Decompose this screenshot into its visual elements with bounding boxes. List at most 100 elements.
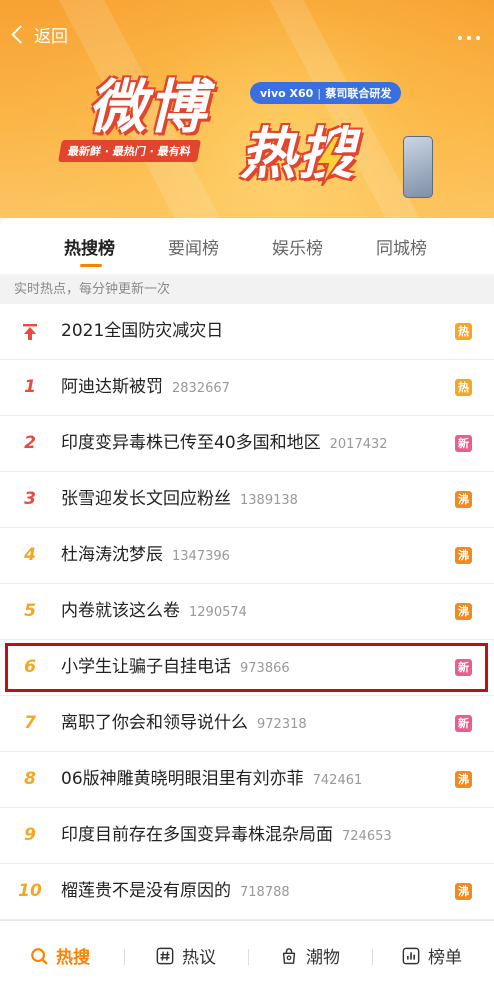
topic-text: 06版神雕黄晓明眼泪里有刘亦菲 [61,769,304,789]
active-tab-indicator [80,264,102,267]
hot-search-title: 2021全国防灾减灾日 [61,304,223,359]
nav-divider [372,949,373,965]
bar-chart-icon [402,947,420,964]
rank-number: 1 [24,377,36,397]
hot-search-title: 内卷就该这么卷 1290574 [61,584,247,639]
heat-count: 2017432 [329,437,388,452]
rank-number: 2 [24,433,36,453]
heat-count: 1389138 [240,493,298,508]
bottom-nav: 热搜 热议 潮物 榜单 [0,920,494,1001]
status-badge: 热 [455,323,472,340]
hot-search-title: 榴莲贵不是没有原因的 718788 [61,864,290,919]
rank-number: 3 [24,489,36,509]
topic-text: 阿迪达斯被罚 [61,377,163,397]
topic-text: 杜海涛沈梦辰 [61,545,163,565]
sponsor-text: 蔡司联合研发 [325,87,392,100]
hot-search-row[interactable]: 2 印度变异毒株已传至40多国和地区 2017432 新 [0,416,494,472]
more-menu-button[interactable] [458,36,480,40]
hot-search-row[interactable]: 8 06版神雕黄晓明眼泪里有刘亦菲 742461 沸 [0,752,494,808]
logo-slogan: 最新鲜 · 最热门 · 最有料 [58,140,201,162]
rank-number: 9 [24,825,36,845]
status-badge: 新 [455,435,472,452]
topic-text: 印度目前存在多国变异毒株混杂局面 [61,825,333,845]
heat-count: 973866 [240,661,290,676]
search-hot-icon [31,947,48,964]
back-button[interactable]: 返回 [10,22,68,47]
hot-search-row[interactable]: 2021全国防灾减灾日 热 [0,304,494,360]
more-dot-icon [476,36,480,40]
sponsor-brand: vivo X60 [260,87,314,100]
heat-count: 1290574 [189,605,247,620]
rank-number: 7 [24,713,36,733]
phone-icon [403,136,433,198]
ranking-tabs: 热搜榜 要闻榜 娱乐榜 同城榜 [0,218,494,274]
tab-entertainment[interactable]: 娱乐榜 [272,234,323,259]
rank-number: 8 [24,769,36,789]
hot-search-row[interactable]: 1 阿迪达斯被罚 2832667 热 [0,360,494,416]
rank-number: 10 [18,881,42,901]
hot-search-title: 张雪迎发长文回应粉丝 1389138 [61,472,298,527]
status-badge: 沸 [455,883,472,900]
rank-number: 6 [24,657,36,677]
update-notice: 实时热点，每分钟更新一次 [0,276,494,304]
nav-divider [124,949,125,965]
heat-count: 1347396 [172,549,230,564]
hot-search-row[interactable]: 6 小学生让骗子自挂电话 973866 新 [0,640,494,696]
topic-text: 榴莲贵不是没有原因的 [61,881,231,901]
topic-text: 小学生让骗子自挂电话 [61,657,231,677]
status-badge: 沸 [455,771,472,788]
nav-trends[interactable]: 潮物 [280,943,340,968]
header-banner: 返回 微博 热搜 最新鲜 · 最热门 · 最有料 vivo X60 | 蔡司联合研发 [0,0,494,218]
rank-number: 5 [24,601,36,621]
weibo-hot-logo: 微博 热搜 最新鲜 · 最热门 · 最有料 vivo X60 | 蔡司联合研发 [58,70,433,200]
nav-divider [248,949,249,965]
nav-discussion[interactable]: 热议 [156,943,216,968]
rank-number: 4 [24,545,36,565]
hot-search-title: 杜海涛沈梦辰 1347396 [61,528,230,583]
lightning-icon [314,136,346,186]
status-badge: 新 [455,715,472,732]
tab-headline-news[interactable]: 要闻榜 [168,234,219,259]
hot-search-row[interactable]: 7 离职了你会和领导说什么 972318 新 [0,696,494,752]
tab-local[interactable]: 同城榜 [376,234,427,259]
hashtag-icon [156,947,174,964]
more-dot-icon [458,36,462,40]
hot-search-title: 06版神雕黄晓明眼泪里有刘亦菲 742461 [61,752,362,807]
nav-rankings[interactable]: 榜单 [402,943,462,968]
heat-count: 718788 [240,885,290,900]
topic-text: 2021全国防灾减灾日 [61,321,224,341]
hot-search-row[interactable]: 10 榴莲贵不是没有原因的 718788 沸 [0,864,494,920]
hot-search-title: 阿迪达斯被罚 2832667 [61,360,230,415]
tab-hot-search[interactable]: 热搜榜 [64,234,115,259]
hot-search-title: 印度变异毒株已传至40多国和地区 2017432 [61,416,388,471]
nav-label: 热搜 [56,948,90,968]
hot-search-title: 印度目前存在多国变异毒株混杂局面 724653 [61,808,392,863]
nav-label: 潮物 [306,948,340,968]
heat-count: 724653 [342,829,392,844]
nav-label: 热议 [182,948,216,968]
logo-text-top: 微博 [88,73,209,141]
heat-count: 742461 [312,773,363,788]
topic-text: 内卷就该这么卷 [61,601,180,621]
status-badge: 新 [455,659,472,676]
status-badge: 热 [455,379,472,396]
hot-search-row[interactable]: 4 杜海涛沈梦辰 1347396 沸 [0,528,494,584]
sponsor-tag: vivo X60 | 蔡司联合研发 [250,82,402,104]
topic-text: 印度变异毒株已传至40多国和地区 [61,433,321,453]
nav-hot-search[interactable]: 热搜 [30,943,90,968]
more-dot-icon [467,36,471,40]
hot-search-row[interactable]: 5 内卷就该这么卷 1290574 沸 [0,584,494,640]
hot-search-row[interactable]: 3 张雪迎发长文回应粉丝 1389138 沸 [0,472,494,528]
hot-search-row[interactable]: 9 印度目前存在多国变异毒株混杂局面 724653 [0,808,494,864]
heat-count: 2832667 [172,381,230,396]
nav-label: 榜单 [428,948,462,968]
pinned-top-icon [23,324,37,340]
topic-text: 离职了你会和领导说什么 [61,713,248,733]
status-badge: 沸 [455,547,472,564]
topic-text: 张雪迎发长文回应粉丝 [61,489,231,509]
heat-count: 972318 [257,717,307,732]
hot-search-list: 2021全国防灾减灾日热 1 阿迪达斯被罚 2832667 热 2 印度变异毒株已传至40多… [0,304,494,920]
status-badge: 沸 [455,491,472,508]
bag-icon [282,947,296,964]
back-label: 返回 [34,27,68,47]
